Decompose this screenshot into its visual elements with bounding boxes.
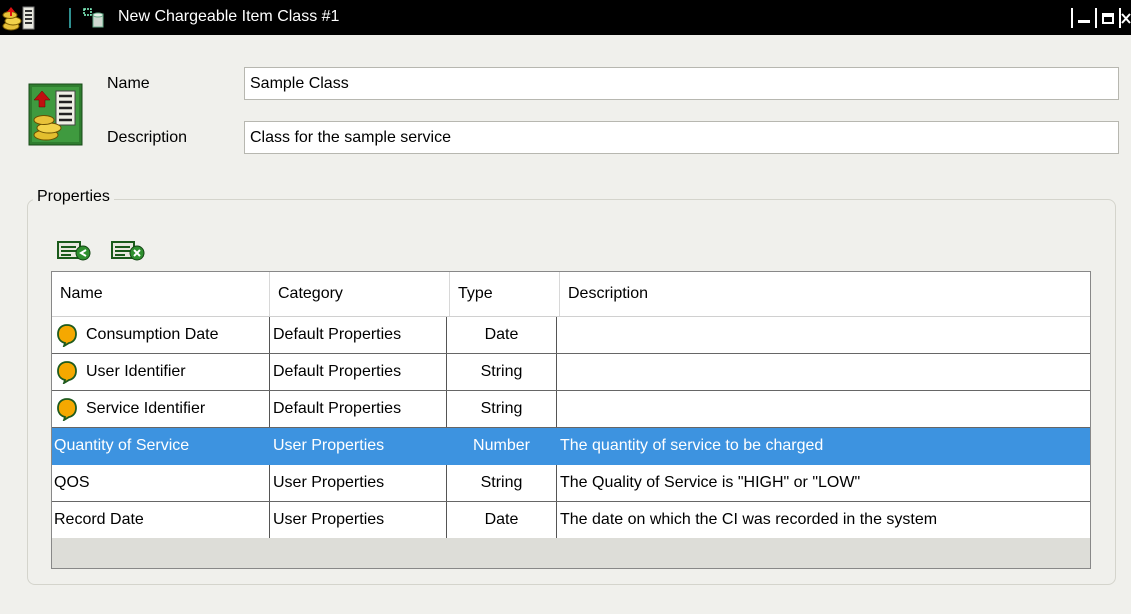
cell-name: Quantity of Service	[52, 428, 270, 464]
column-header-name[interactable]: Name	[52, 272, 270, 316]
cell-description: The quantity of service to be charged	[560, 437, 824, 454]
cell-category: Default Properties	[270, 391, 447, 427]
default-property-icon	[57, 361, 77, 384]
table-row[interactable]: Consumption Date Default Properties Date	[52, 317, 1090, 354]
cell-type: Date	[447, 317, 557, 353]
properties-table: Name Category Type Description Consumpti…	[51, 271, 1091, 569]
cell-description	[557, 317, 1090, 353]
column-header-type[interactable]: Type	[450, 272, 560, 316]
cell-type: String	[447, 354, 557, 390]
property-name: Consumption Date	[86, 326, 219, 343]
property-name: Quantity of Service	[54, 437, 190, 454]
cell-name: QOS	[52, 465, 270, 501]
name-label: Name	[107, 75, 150, 92]
minimize-icon[interactable]	[1073, 6, 1095, 30]
chargeable-item-class-icon	[28, 83, 83, 146]
cell-description	[557, 391, 1090, 427]
table-row[interactable]: Service Identifier Default Properties St…	[52, 391, 1090, 428]
window-title: New Chargeable Item Class #1	[118, 8, 340, 25]
description-field[interactable]	[244, 121, 1119, 154]
table-row-selected[interactable]: Quantity of Service User Properties Numb…	[52, 428, 1090, 465]
cell-description: The Quality of Service is "HIGH" or "LOW…	[560, 474, 861, 491]
property-name: Record Date	[54, 511, 144, 528]
document-icon	[83, 8, 104, 28]
column-header-category[interactable]: Category	[270, 272, 450, 316]
remove-property-icon[interactable]	[110, 236, 146, 264]
title-bar: New Chargeable Item Class #1	[0, 0, 1131, 35]
cell-category: Default Properties	[270, 317, 447, 353]
add-property-icon[interactable]	[56, 236, 92, 264]
table-empty-area	[52, 538, 1090, 568]
table-header: Name Category Type Description	[52, 272, 1090, 317]
description-label: Description	[107, 129, 188, 146]
cell-category: User Properties	[270, 502, 447, 538]
cell-name: Record Date	[52, 502, 270, 538]
property-name: Service Identifier	[86, 400, 206, 417]
table-row[interactable]: QOS User Properties String The Quality o…	[52, 465, 1090, 502]
default-property-icon	[57, 398, 77, 421]
cell-category: Default Properties	[270, 354, 447, 390]
close-icon[interactable]	[1121, 6, 1131, 30]
cell-type: String	[447, 391, 557, 427]
name-field[interactable]	[244, 67, 1119, 100]
cell-name: Service Identifier	[52, 391, 270, 427]
property-name: QOS	[54, 474, 90, 491]
cell-category: User Properties	[270, 428, 447, 464]
cell-category: User Properties	[270, 465, 447, 501]
window-controls	[1071, 6, 1131, 30]
table-row[interactable]: Record Date User Properties Date The dat…	[52, 502, 1090, 539]
properties-group-label: Properties	[33, 188, 114, 206]
title-separator	[69, 8, 71, 28]
cell-type: String	[447, 465, 557, 501]
property-name: User Identifier	[86, 363, 186, 380]
restore-icon[interactable]	[1097, 6, 1119, 30]
table-row[interactable]: User Identifier Default Properties Strin…	[52, 354, 1090, 391]
cell-description: The date on which the CI was recorded in…	[560, 511, 938, 528]
cell-type: Date	[447, 502, 557, 538]
cell-name: User Identifier	[52, 354, 270, 390]
default-property-icon	[57, 324, 77, 347]
cell-description	[557, 354, 1090, 390]
cell-name: Consumption Date	[52, 317, 270, 353]
column-header-description[interactable]: Description	[560, 272, 1090, 316]
cell-type: Number	[447, 428, 557, 464]
app-icon	[2, 6, 35, 31]
